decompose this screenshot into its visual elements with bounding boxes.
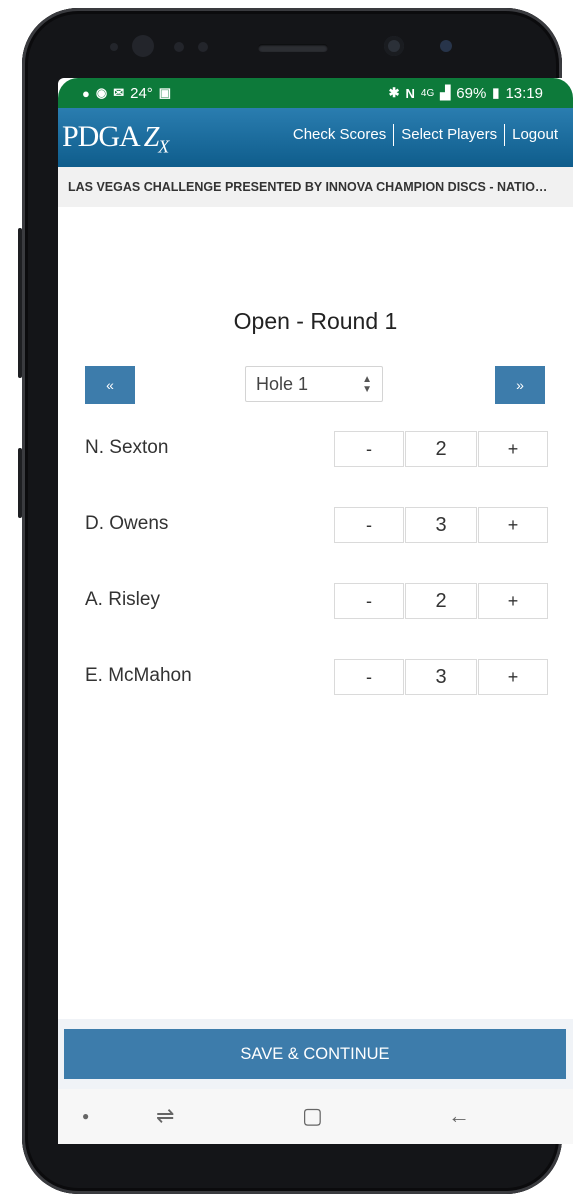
- app-header: PDGA ZX Check Scores Select Players Logou…: [58, 108, 573, 167]
- player-name: D. Owens: [85, 513, 169, 534]
- player-name: N. Sexton: [85, 437, 169, 458]
- logout-link[interactable]: Logout: [505, 126, 565, 146]
- home-icon[interactable]: ▢: [302, 1103, 323, 1129]
- increment-button[interactable]: +: [478, 507, 548, 543]
- temperature: 24°: [130, 84, 153, 102]
- score-input[interactable]: 3: [405, 659, 477, 695]
- front-camera-icon: [384, 36, 404, 56]
- score-input[interactable]: 2: [405, 431, 477, 467]
- nav-dot-icon[interactable]: ●: [82, 1109, 89, 1123]
- battery-percent: 69%: [456, 84, 487, 102]
- header-nav: Check Scores Select Players Logout: [286, 124, 565, 146]
- status-bar: ● ◉ ✉ 24° ▣ ✱ N 4G ▟ 69% ▮ 13:19: [58, 78, 573, 108]
- decrement-button[interactable]: -: [334, 659, 404, 695]
- battery-icon: ▮: [492, 85, 500, 100]
- hole-select-value: Hole 1: [256, 374, 309, 394]
- volume-button: [18, 448, 22, 518]
- select-arrows-icon: ▲ ▼: [362, 374, 372, 395]
- pdga-logo[interactable]: PDGA ZX: [62, 120, 170, 158]
- mail-icon: ✉: [113, 85, 125, 100]
- decrement-button[interactable]: -: [334, 583, 404, 619]
- bixby-button: [18, 228, 22, 378]
- signal-icon: ▟: [440, 85, 451, 100]
- save-continue-button[interactable]: SAVE & CONTINUE: [64, 1029, 566, 1079]
- android-nav-bar: ● ⇌ ▢ ←: [58, 1089, 573, 1144]
- lte-icon: 4G: [420, 87, 435, 99]
- earpiece-speaker: [258, 44, 328, 52]
- score-stepper: - 3 +: [334, 507, 548, 543]
- previous-hole-button[interactable]: «: [85, 366, 135, 404]
- score-input[interactable]: 3: [405, 507, 477, 543]
- back-icon[interactable]: ←: [448, 1103, 470, 1129]
- bluetooth-icon: ✱: [388, 85, 400, 100]
- front-sensor-icon: [132, 35, 154, 57]
- phone-frame: ● ◉ ✉ 24° ▣ ✱ N 4G ▟ 69% ▮ 13:19 PDGAZX: [18, 8, 573, 1194]
- check-scores-link[interactable]: Check Scores: [286, 126, 393, 146]
- iris-sensor-icon: [440, 40, 452, 52]
- player-name: A. Risley: [85, 589, 160, 610]
- increment-button[interactable]: +: [478, 431, 548, 467]
- score-stepper: - 2 +: [334, 583, 548, 619]
- score-stepper: - 2 +: [334, 431, 548, 467]
- screen: ● ◉ ✉ 24° ▣ ✱ N 4G ▟ 69% ▮ 13:19 PDGAZX: [58, 78, 573, 1144]
- increment-button[interactable]: +: [478, 583, 548, 619]
- decrement-button[interactable]: -: [334, 507, 404, 543]
- next-hole-button[interactable]: »: [495, 366, 545, 404]
- sensor-dot: [110, 43, 118, 51]
- player-name: E. McMahon: [85, 665, 192, 686]
- player-row: N. Sexton - 2 +: [58, 431, 573, 471]
- player-row: E. McMahon - 3 +: [58, 659, 573, 699]
- score-input[interactable]: 2: [405, 583, 477, 619]
- logo-zx: ZX: [143, 122, 170, 157]
- select-players-link[interactable]: Select Players: [394, 126, 504, 146]
- round-title: Open - Round 1: [233, 308, 398, 334]
- save-bar: SAVE & CONTINUE: [58, 1019, 573, 1089]
- sensor-dot: [174, 42, 184, 52]
- score-stepper: - 3 +: [334, 659, 548, 695]
- messenger-icon: ◉: [95, 85, 108, 100]
- chat-icon: ●: [82, 85, 90, 101]
- decrement-button[interactable]: -: [334, 431, 404, 467]
- increment-button[interactable]: +: [478, 659, 548, 695]
- recent-apps-icon[interactable]: ⇌: [156, 1103, 174, 1129]
- sensor-dot: [198, 42, 208, 52]
- nfc-icon: N: [405, 85, 415, 101]
- hole-select[interactable]: Hole 1 ▲ ▼: [245, 366, 383, 402]
- event-title: LAS VEGAS CHALLENGE PRESENTED BY INNOVA …: [58, 167, 573, 207]
- logo-text: PDGA: [62, 120, 141, 153]
- player-row: D. Owens - 3 +: [58, 507, 573, 547]
- gallery-icon: ▣: [158, 85, 172, 100]
- clock: 13:19: [505, 84, 543, 102]
- player-row: A. Risley - 2 +: [58, 583, 573, 623]
